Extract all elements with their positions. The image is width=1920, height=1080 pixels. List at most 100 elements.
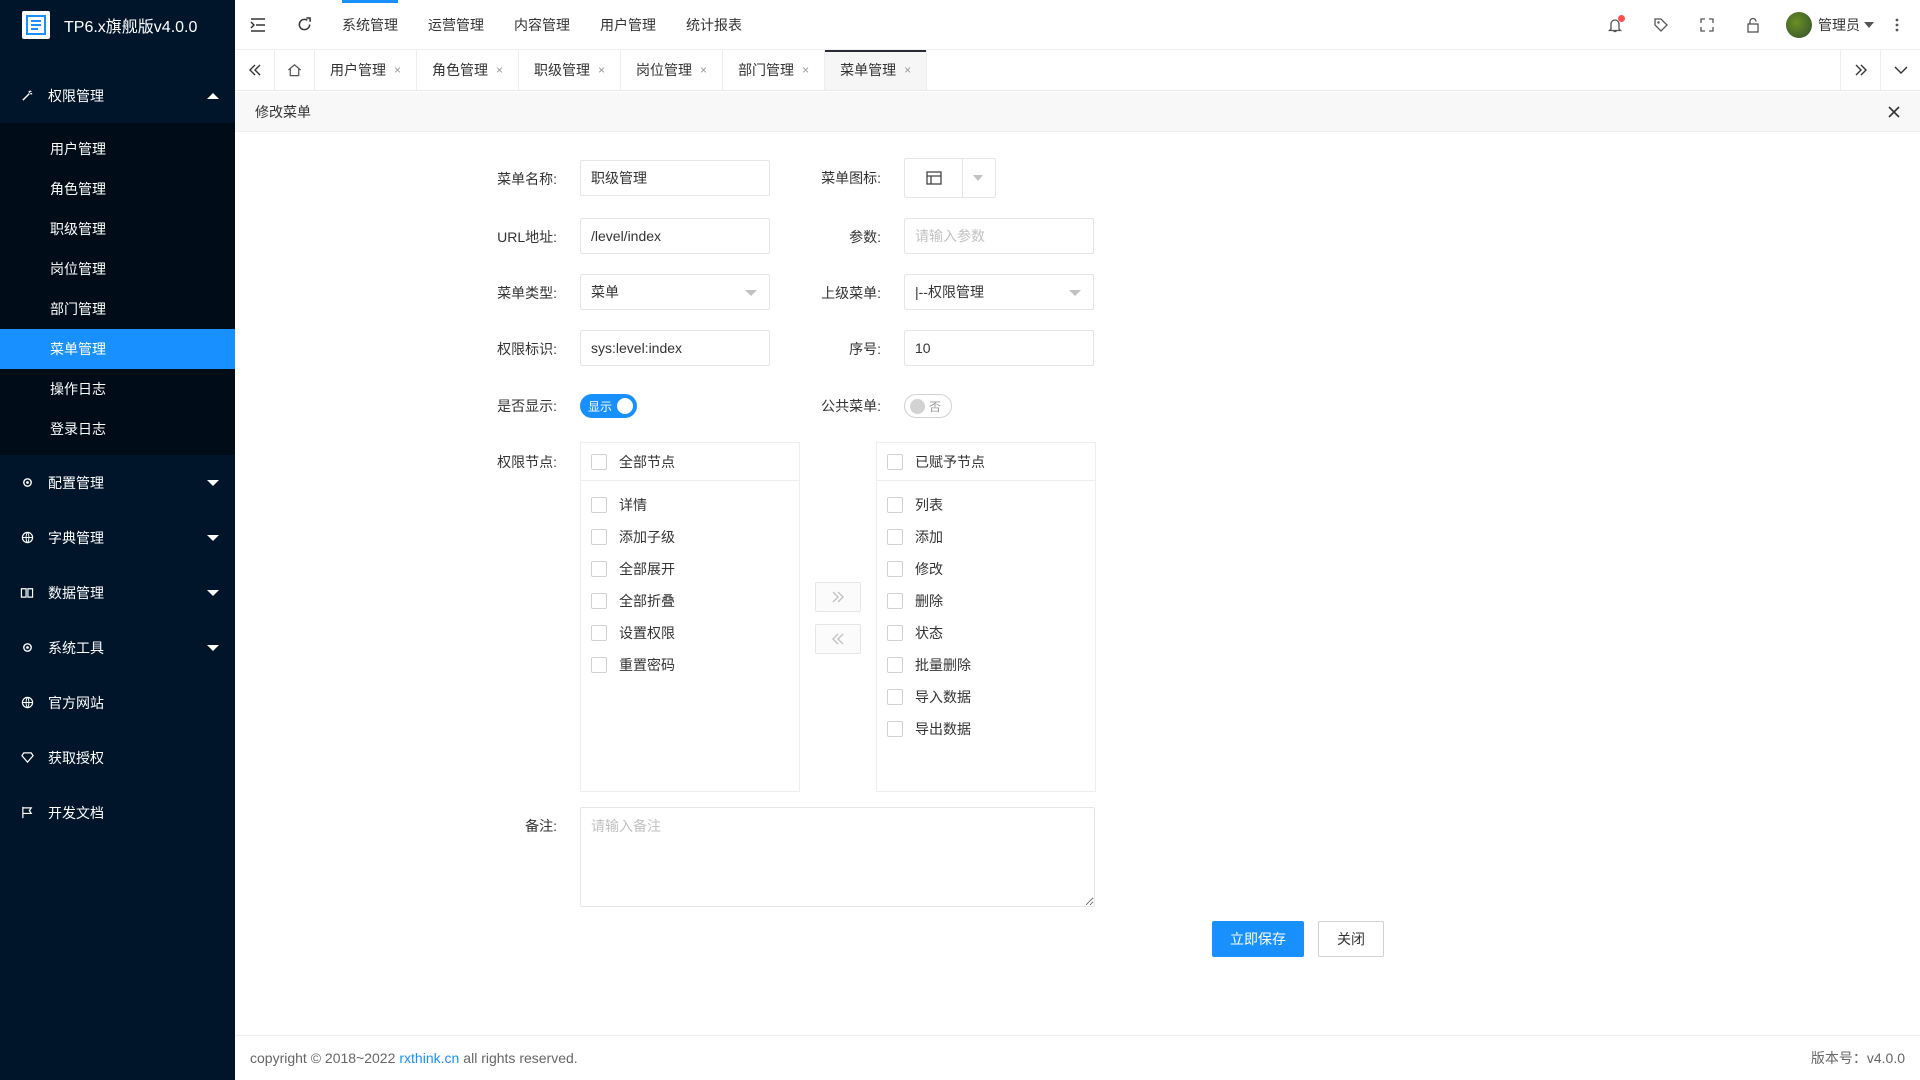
tab-dept[interactable]: 部门管理 × [723, 50, 826, 90]
sidebar-item-role[interactable]: 角色管理 [0, 169, 235, 209]
sidebar-group-tools[interactable]: 系统工具 [0, 620, 235, 675]
checkbox[interactable] [887, 593, 903, 609]
checkbox[interactable] [887, 721, 903, 737]
checkbox[interactable] [887, 561, 903, 577]
list-item[interactable]: 导入数据 [877, 681, 1095, 713]
public-switch[interactable]: 否 [904, 394, 952, 418]
list-item[interactable]: 删除 [877, 585, 1095, 617]
param-input[interactable] [904, 218, 1094, 254]
list-item[interactable]: 添加 [877, 521, 1095, 553]
sidebar-group-config[interactable]: 配置管理 [0, 455, 235, 510]
topnav-content[interactable]: 内容管理 [499, 0, 585, 50]
url-input[interactable] [580, 218, 770, 254]
sidebar-group-dict[interactable]: 字典管理 [0, 510, 235, 565]
bell-icon[interactable] [1592, 0, 1638, 50]
user-name: 管理员 [1818, 17, 1860, 33]
topnav-operation[interactable]: 运营管理 [413, 0, 499, 50]
refresh-icon[interactable] [281, 0, 327, 50]
tabs-next-icon[interactable] [1840, 50, 1880, 90]
checkbox[interactable] [591, 625, 607, 641]
tab-position[interactable]: 岗位管理 × [621, 50, 724, 90]
list-item-label: 详情 [619, 497, 647, 513]
tab-user[interactable]: 用户管理 × [315, 50, 418, 90]
list-item[interactable]: 添加子级 [581, 521, 799, 553]
close-icon[interactable]: × [496, 63, 503, 77]
sidebar-group-license[interactable]: 获取授权 [0, 730, 235, 785]
checkbox[interactable] [591, 497, 607, 513]
list-item[interactable]: 修改 [877, 553, 1095, 585]
move-left-button[interactable] [815, 624, 861, 654]
sidebar-item-menu[interactable]: 菜单管理 [0, 329, 235, 369]
topnav-system[interactable]: 系统管理 [327, 0, 413, 50]
checkbox[interactable] [591, 561, 607, 577]
topnav-user[interactable]: 用户管理 [585, 0, 671, 50]
list-item[interactable]: 重置密码 [581, 649, 799, 681]
sidebar-item-loginlog[interactable]: 登录日志 [0, 409, 235, 449]
close-button[interactable]: 关闭 [1318, 921, 1384, 957]
tabs-prev-icon[interactable] [235, 50, 275, 90]
close-icon[interactable]: × [700, 63, 707, 77]
tab-role[interactable]: 角色管理 × [417, 50, 520, 90]
sidebar-group-data[interactable]: 数据管理 [0, 565, 235, 620]
tag-icon[interactable] [1638, 0, 1684, 50]
checkbox[interactable] [591, 593, 607, 609]
select-all-checkbox[interactable] [887, 453, 903, 470]
close-icon[interactable] [1884, 102, 1904, 122]
checkbox[interactable] [887, 529, 903, 545]
sidebar-group-docs[interactable]: 开发文档 [0, 785, 235, 840]
menu-toggle-icon[interactable] [235, 0, 281, 50]
list-item[interactable]: 全部展开 [581, 553, 799, 585]
sidebar-item-oplog[interactable]: 操作日志 [0, 369, 235, 409]
home-icon[interactable] [275, 50, 315, 90]
checkbox[interactable] [887, 625, 903, 641]
sidebar-item-level[interactable]: 职级管理 [0, 209, 235, 249]
select-all-checkbox[interactable] [591, 453, 607, 470]
move-right-button[interactable] [815, 582, 861, 612]
sidebar-group-permissions[interactable]: 权限管理 [0, 68, 235, 123]
checkbox[interactable] [887, 657, 903, 673]
close-icon[interactable]: × [802, 63, 809, 77]
type-select[interactable]: 菜单 [580, 274, 770, 310]
more-vertical-icon[interactable] [1884, 0, 1910, 50]
tabs-dropdown-icon[interactable] [1880, 50, 1920, 90]
checkbox[interactable] [887, 497, 903, 513]
perm-input[interactable] [580, 330, 770, 366]
fullscreen-icon[interactable] [1684, 0, 1730, 50]
close-icon[interactable]: × [904, 63, 911, 77]
list-item[interactable]: 列表 [877, 489, 1095, 521]
name-label: 菜单名称: [497, 171, 557, 187]
list-item[interactable]: 全部折叠 [581, 585, 799, 617]
checkbox[interactable] [591, 529, 607, 545]
sidebar-group-website[interactable]: 官方网站 [0, 675, 235, 730]
checkbox[interactable] [591, 657, 607, 673]
logo[interactable]: TP6.x旗舰版v4.0.0 [0, 0, 235, 50]
site-link[interactable]: rxthink.cn [399, 1050, 459, 1066]
show-label: 是否显示: [497, 398, 557, 414]
name-input[interactable] [580, 160, 770, 196]
show-switch[interactable]: 显示 [580, 394, 637, 418]
tab-level[interactable]: 职级管理 × [519, 50, 622, 90]
parent-select[interactable]: |--权限管理 [904, 274, 1094, 310]
tab-menu[interactable]: 菜单管理 × [825, 50, 928, 90]
icon-picker[interactable] [904, 158, 996, 198]
list-item[interactable]: 批量删除 [877, 649, 1095, 681]
sidebar-item-position[interactable]: 岗位管理 [0, 249, 235, 289]
list-item[interactable]: 设置权限 [581, 617, 799, 649]
list-item[interactable]: 状态 [877, 617, 1095, 649]
list-item[interactable]: 详情 [581, 489, 799, 521]
close-icon[interactable]: × [394, 63, 401, 77]
sidebar-item-dept[interactable]: 部门管理 [0, 289, 235, 329]
checkbox[interactable] [887, 689, 903, 705]
menu-form: 菜单名称: 菜单图标: URL地址: 参数: 菜单类型: 菜单 上级菜单: |-… [235, 132, 1920, 1035]
close-icon[interactable]: × [598, 63, 605, 77]
user-menu[interactable]: 管理员 [1776, 12, 1884, 38]
sidebar-item-user[interactable]: 用户管理 [0, 129, 235, 169]
icon-label: 菜单图标: [821, 170, 881, 186]
sort-input[interactable] [904, 330, 1094, 366]
list-item[interactable]: 导出数据 [877, 713, 1095, 745]
chevron-down-icon[interactable] [963, 159, 993, 197]
topnav-report[interactable]: 统计报表 [671, 0, 757, 50]
note-textarea[interactable] [580, 807, 1095, 907]
lock-icon[interactable] [1730, 0, 1776, 50]
save-button[interactable]: 立即保存 [1212, 921, 1304, 957]
